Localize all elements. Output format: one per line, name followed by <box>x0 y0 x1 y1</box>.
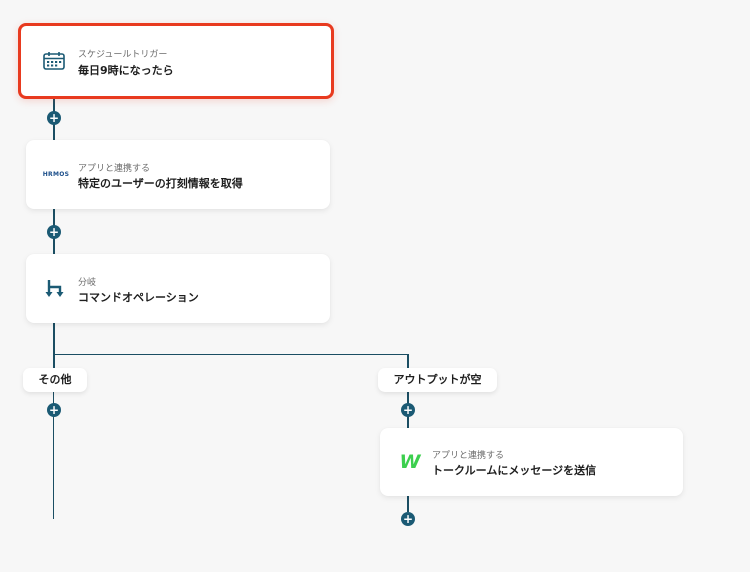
add-step-button[interactable]: + <box>47 111 61 125</box>
step3-subtitle: アプリと連携する <box>432 451 505 461</box>
branch-label-empty-output[interactable]: アウトプットが空 <box>378 368 497 392</box>
connector-line <box>53 323 55 368</box>
step-card-branch[interactable]: 分岐 コマンドオペレーション <box>26 254 330 323</box>
step-card-hrmos[interactable]: HRMOS アプリと連携する 特定のユーザーの打刻情報を取得 <box>26 140 330 209</box>
add-step-button[interactable]: + <box>401 512 415 526</box>
lineworks-logo: W <box>399 451 421 473</box>
calendar-icon <box>43 50 65 72</box>
hrmos-logo: HRMOS <box>42 171 70 178</box>
step-card-lineworks[interactable]: W アプリと連携する トークルームにメッセージを送信 <box>380 428 683 496</box>
step3-title: トークルームにメッセージを送信 <box>432 464 597 477</box>
step1-subtitle: アプリと連携する <box>78 164 151 174</box>
branch-icon <box>44 278 66 300</box>
trigger-title: 毎日9時になったら <box>78 64 174 77</box>
step2-subtitle: 分岐 <box>78 278 97 288</box>
branch-connector-right <box>407 354 409 368</box>
branch-connector-horizontal <box>53 354 409 355</box>
connector-line <box>407 496 409 512</box>
step1-title: 特定のユーザーの打刻情報を取得 <box>78 177 243 190</box>
trigger-card[interactable]: スケジュールトリガー 毎日9時になったら <box>18 23 334 99</box>
branch-label-other[interactable]: その他 <box>23 368 87 392</box>
trigger-subtitle: スケジュールトリガー <box>78 50 168 60</box>
step2-title: コマンドオペレーション <box>78 291 199 304</box>
add-step-button[interactable]: + <box>47 225 61 239</box>
add-step-button-right-branch[interactable]: + <box>401 403 415 417</box>
add-step-button-left-branch[interactable]: + <box>47 403 61 417</box>
